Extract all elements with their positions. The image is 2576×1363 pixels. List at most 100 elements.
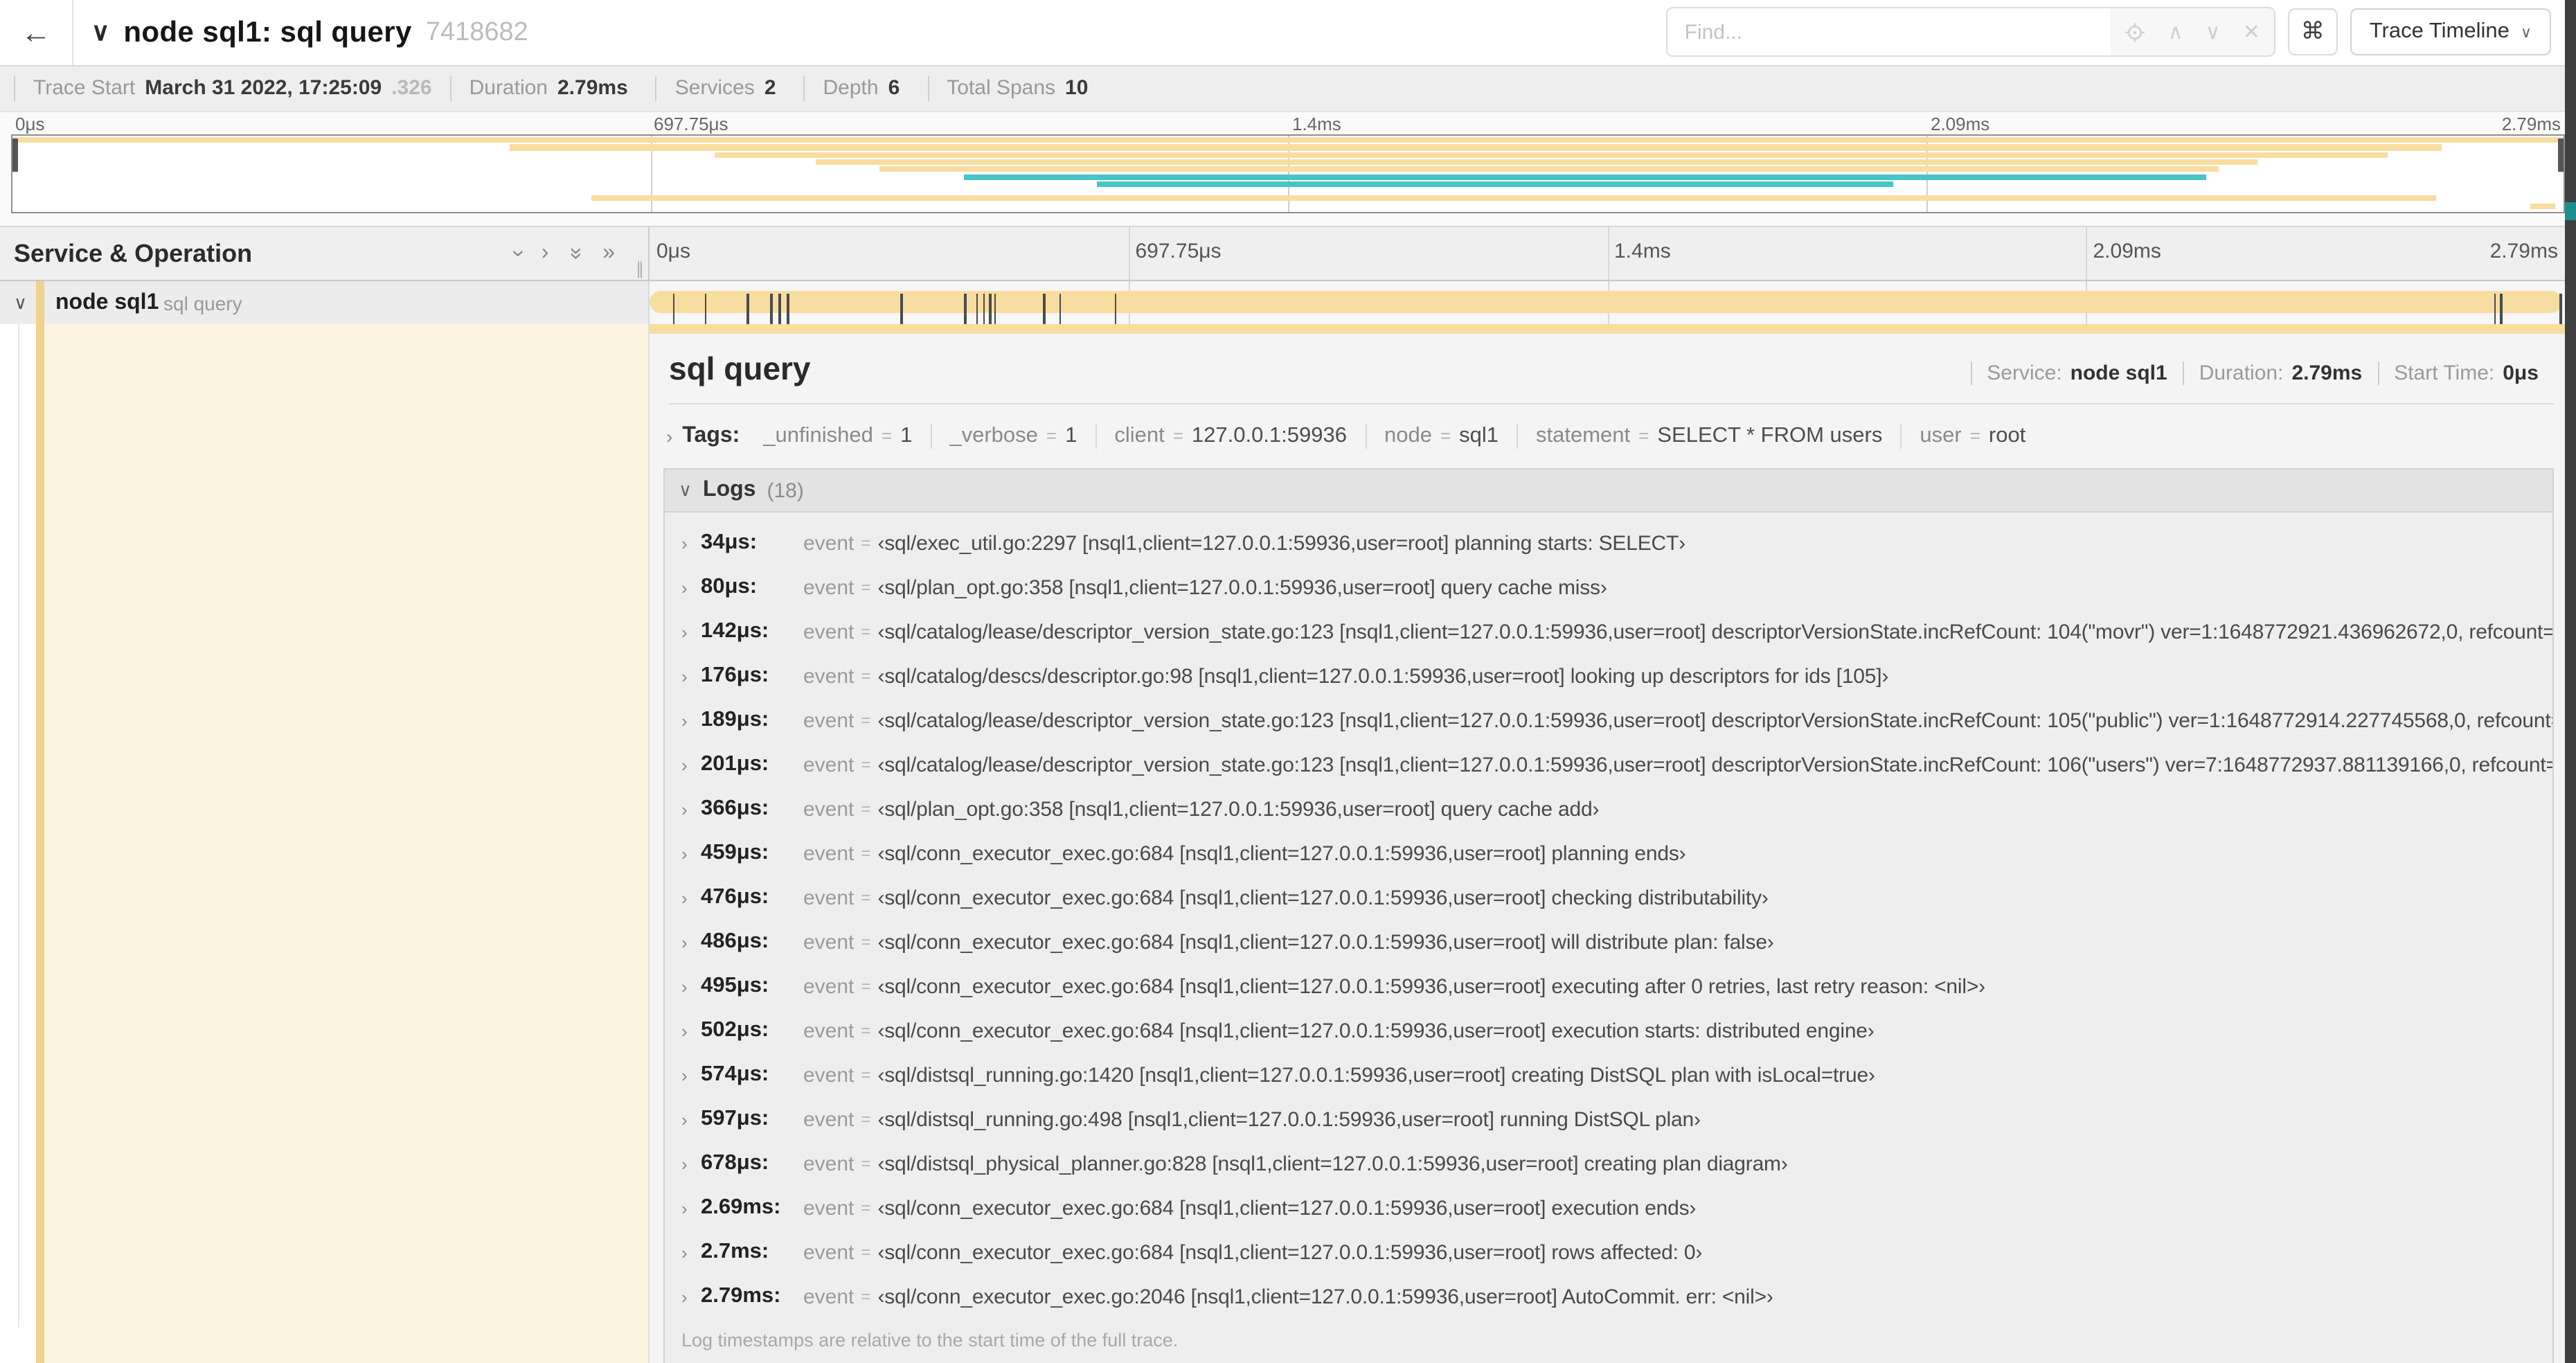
expand-log-icon[interactable]: ›	[681, 1153, 701, 1174]
log-timestamp: 176μs:	[701, 663, 769, 687]
expand-log-icon[interactable]: ›	[681, 799, 701, 819]
tag-key: client	[1114, 424, 1165, 447]
log-equals: =	[861, 622, 871, 641]
expand-log-icon[interactable]: ›	[681, 1109, 701, 1130]
back-button[interactable]: ←	[0, 0, 73, 65]
page-scrollbar[interactable]	[2565, 0, 2576, 1363]
expand-log-icon[interactable]: ›	[681, 1020, 701, 1041]
log-entry-row[interactable]: › 495μs: event = ‹sql/conn_executor_exec…	[665, 964, 2552, 1008]
log-value: ‹sql/conn_executor_exec.go:684 [nsql1,cl…	[877, 886, 1769, 909]
collapse-all-icon[interactable]: »	[602, 241, 615, 266]
log-equals: =	[861, 533, 871, 553]
log-entry-row[interactable]: › 80μs: event = ‹sql/plan_opt.go:358 [ns…	[665, 565, 2552, 609]
logs-list: › 34μs: event = ‹sql/exec_util.go:2297 […	[665, 513, 2552, 1319]
trace-title-group: ∨ node sql1: sql query 7418682	[91, 0, 528, 65]
log-equals: =	[861, 799, 871, 819]
expand-one-icon[interactable]: ›	[504, 250, 529, 258]
span-row-name-cell[interactable]: ∨ node sql1 sql query	[0, 281, 648, 324]
trace-view-selector-label: Trace Timeline	[2369, 19, 2510, 43]
log-entry-row[interactable]: › 486μs: event = ‹sql/conn_executor_exec…	[665, 920, 2552, 964]
expand-log-icon[interactable]: ›	[681, 621, 701, 642]
ruler-tick-label: 0μs	[656, 240, 690, 263]
log-entry-row[interactable]: › 574μs: event = ‹sql/distsql_running.go…	[665, 1053, 2552, 1097]
expand-log-icon[interactable]: ›	[681, 843, 701, 864]
tag-equals: =	[1638, 425, 1649, 446]
chevron-down-icon: ∨	[2520, 24, 2532, 41]
log-value: ‹sql/catalog/lease/descriptor_version_st…	[877, 753, 2552, 776]
stat-label: Total Spans	[947, 76, 1056, 100]
trace-stat: Duration 2.79ms	[449, 76, 656, 101]
log-field-name: event	[803, 531, 855, 555]
log-timestamp: 34μs:	[701, 531, 758, 554]
log-entry-row[interactable]: › 34μs: event = ‹sql/exec_util.go:2297 […	[665, 521, 2552, 565]
log-entry-row[interactable]: › 142μs: event = ‹sql/catalog/lease/desc…	[665, 609, 2552, 654]
collapse-logs-icon[interactable]: ∨	[679, 479, 692, 501]
tag-equals: =	[1440, 425, 1451, 446]
log-timestamp: 678μs:	[701, 1151, 769, 1175]
log-entry-row[interactable]: › 2.69ms: event = ‹sql/conn_executor_exe…	[665, 1186, 2552, 1230]
log-entry-row[interactable]: › 189μs: event = ‹sql/catalog/lease/desc…	[665, 698, 2552, 742]
expand-log-icon[interactable]: ›	[681, 1242, 701, 1263]
expand-log-icon[interactable]: ›	[681, 976, 701, 997]
top-bar: ← ∨ node sql1: sql query 7418682 ∧ ∨	[0, 0, 2576, 65]
collapse-span-icon[interactable]: ∨	[14, 292, 27, 314]
tags-row[interactable]: › Tags: _unfinished = 1 _verbose = 1 cli…	[663, 418, 2554, 454]
prev-result-icon[interactable]: ∧	[2168, 21, 2183, 42]
span-row-bar-cell[interactable]	[648, 281, 2565, 330]
expand-log-icon[interactable]: ›	[681, 1064, 701, 1085]
span-duration-bar[interactable]	[650, 291, 2562, 330]
log-entry-row[interactable]: › 176μs: event = ‹sql/catalog/descs/desc…	[665, 654, 2552, 698]
log-value: ‹sql/exec_util.go:2297 [nsql1,client=127…	[877, 531, 1685, 555]
expand-log-icon[interactable]: ›	[681, 577, 701, 598]
log-equals: =	[861, 755, 871, 774]
span-meta-item: Duration: 2.79ms	[2182, 362, 2378, 385]
expand-all-icon[interactable]: »	[563, 247, 588, 260]
log-entry-row[interactable]: › 502μs: event = ‹sql/conn_executor_exec…	[665, 1008, 2552, 1053]
find-input[interactable]	[1667, 8, 2111, 55]
trace-view-selector[interactable]: Trace Timeline ∨	[2350, 8, 2551, 55]
log-equals: =	[861, 888, 871, 907]
minimap-span-bar	[510, 144, 2442, 150]
log-entry-row[interactable]: › 2.79ms: event = ‹sql/conn_executor_exe…	[665, 1274, 2552, 1319]
span-meta-label: Duration:	[2199, 362, 2284, 385]
log-value: ‹sql/conn_executor_exec.go:684 [nsql1,cl…	[877, 1240, 1703, 1264]
log-entry-row[interactable]: › 2.7ms: event = ‹sql/conn_executor_exec…	[665, 1230, 2552, 1274]
log-timestamp: 189μs:	[701, 708, 769, 731]
log-entry-row[interactable]: › 476μs: event = ‹sql/conn_executor_exec…	[665, 875, 2552, 920]
expand-tags-icon[interactable]: ›	[666, 425, 672, 447]
expand-log-icon[interactable]: ›	[681, 887, 701, 908]
minimap-left-drag-handle[interactable]	[12, 139, 18, 172]
log-timestamp: 574μs:	[701, 1062, 769, 1086]
log-entry-row[interactable]: › 678μs: event = ‹sql/distsql_physical_p…	[665, 1141, 2552, 1186]
span-meta-value: 0μs	[2503, 362, 2539, 385]
minimap-tick-label: 2.09ms	[1931, 114, 1990, 134]
minimap-right-drag-handle[interactable]	[2558, 139, 2564, 172]
log-equals: =	[861, 1110, 871, 1129]
expand-log-icon[interactable]: ›	[681, 754, 701, 775]
log-entry-row[interactable]: › 366μs: event = ‹sql/plan_opt.go:358 [n…	[665, 787, 2552, 831]
logs-count: (18)	[767, 479, 804, 502]
collapse-one-icon[interactable]: ›	[542, 241, 549, 266]
column-resizer-handle[interactable]: ∥	[636, 259, 645, 278]
log-entry-row[interactable]: › 201μs: event = ‹sql/catalog/lease/desc…	[665, 742, 2552, 787]
clear-search-icon[interactable]: ✕	[2243, 21, 2260, 42]
expand-log-icon[interactable]: ›	[681, 666, 701, 686]
expand-log-icon[interactable]: ›	[681, 710, 701, 731]
expand-log-icon[interactable]: ›	[681, 1197, 701, 1218]
focus-match-icon[interactable]	[2125, 21, 2146, 42]
log-value: ‹sql/distsql_running.go:498 [nsql1,clien…	[877, 1107, 1701, 1131]
log-entry-row[interactable]: › 459μs: event = ‹sql/conn_executor_exec…	[665, 831, 2552, 875]
log-equals: =	[861, 1242, 871, 1262]
expand-log-icon[interactable]: ›	[681, 932, 701, 952]
collapse-header-icon[interactable]: ∨	[91, 18, 109, 47]
ruler-tick-label: 2.79ms	[2489, 240, 2558, 263]
expand-log-icon[interactable]: ›	[681, 1286, 701, 1307]
logs-header[interactable]: ∨ Logs (18)	[665, 470, 2552, 513]
minimap-canvas[interactable]	[11, 134, 2565, 213]
log-timestamp: 495μs:	[701, 974, 769, 997]
next-result-icon[interactable]: ∨	[2206, 21, 2221, 42]
expand-log-icon[interactable]: ›	[681, 533, 701, 553]
log-entry-row[interactable]: › 597μs: event = ‹sql/distsql_running.go…	[665, 1097, 2552, 1141]
keyboard-shortcuts-button[interactable]: ⌘	[2287, 8, 2338, 55]
minimap-tick-label: 1.4ms	[1292, 114, 1341, 134]
